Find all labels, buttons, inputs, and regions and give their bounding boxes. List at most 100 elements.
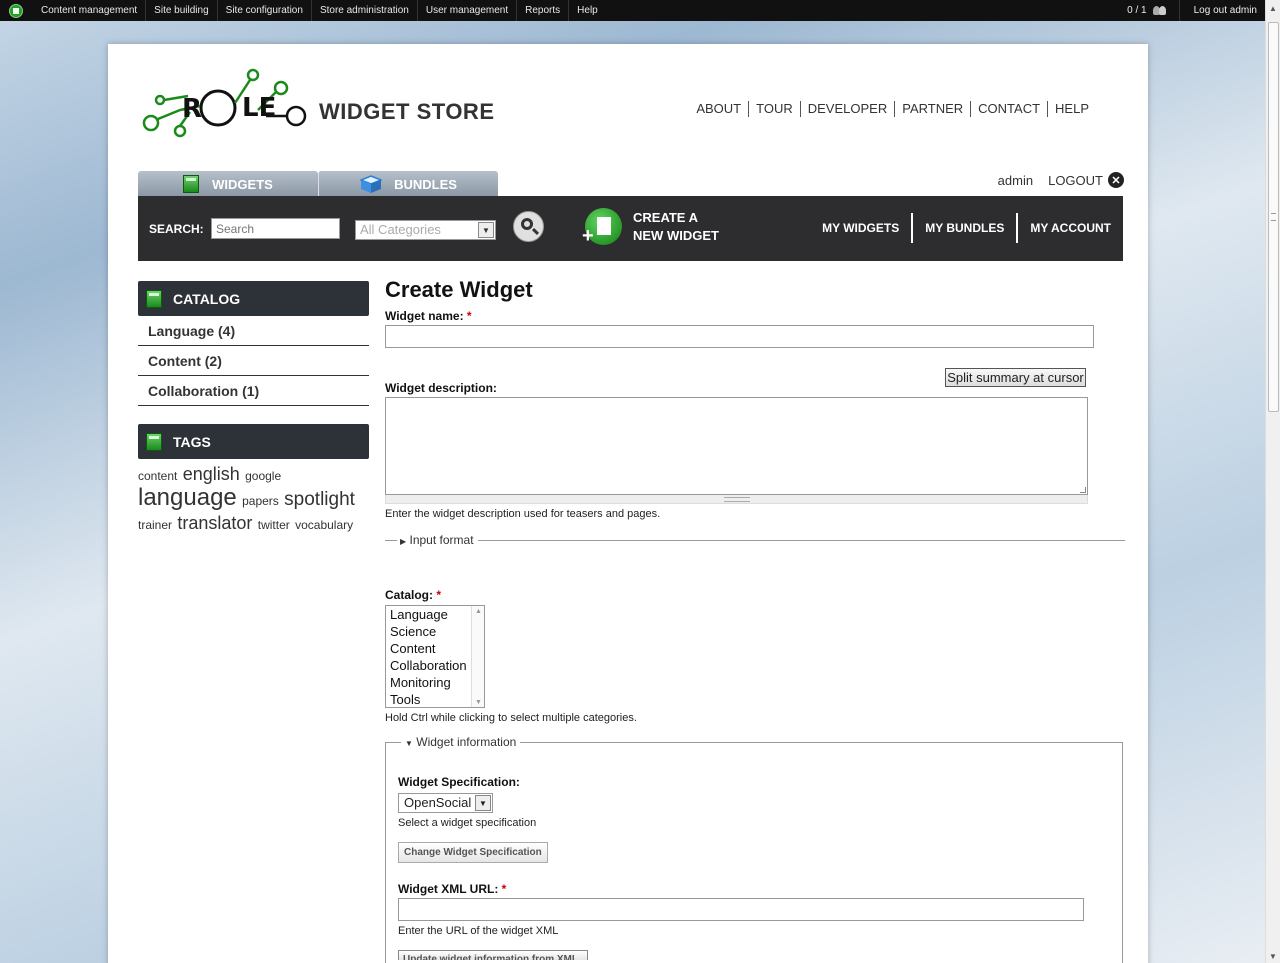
tag-cloud: content english google language papers s… <box>138 459 369 536</box>
page-title: Create Widget <box>385 277 533 302</box>
create-widget-line1: CREATE A <box>633 210 698 225</box>
widget-xml-url-help: Enter the URL of the widget XML <box>398 925 559 937</box>
catalog-option[interactable]: Language <box>386 606 484 623</box>
widget-spec-select[interactable]: OpenSocial ▼ <box>398 793 493 813</box>
catalog-item-collaboration[interactable]: Collaboration (1) <box>138 376 369 406</box>
widget-information-toggle[interactable]: ▼ Widget information <box>401 735 521 749</box>
catalog-header: CATALOG <box>138 281 369 316</box>
admin-menu-user-management[interactable]: User management <box>416 0 516 21</box>
page-scrollbar[interactable]: ▲ ▼ <box>1265 0 1280 963</box>
input-format-toggle[interactable]: ▶ Input format <box>397 533 478 547</box>
nav-contact[interactable]: CONTACT <box>970 101 1047 117</box>
tab-bundles-label: BUNDLES <box>394 176 457 192</box>
nav-tour[interactable]: TOUR <box>748 101 800 117</box>
scroll-down-arrow-icon[interactable]: ▼ <box>1269 952 1277 961</box>
change-spec-button[interactable]: Change Widget Specification <box>398 842 548 863</box>
admin-user-area: 0 / 1 Log out admin <box>1127 0 1257 21</box>
nav-developer[interactable]: DEVELOPER <box>799 101 894 117</box>
create-widget-button[interactable]: CREATE A NEW WIDGET <box>633 209 719 245</box>
catalog-item-content[interactable]: Content (2) <box>138 346 369 376</box>
tag-link[interactable]: translator <box>177 513 252 533</box>
chevron-down-icon: ▼ <box>405 739 413 748</box>
nav-my-bundles[interactable]: MY BUNDLES <box>911 213 1016 243</box>
tab-widgets[interactable]: WIDGETS <box>138 171 318 197</box>
online-users-count: 0 / 1 <box>1127 5 1147 16</box>
logout-close-icon[interactable]: ✕ <box>1108 172 1124 188</box>
tag-link[interactable]: language <box>138 484 237 511</box>
tab-bundles[interactable]: BUNDLES <box>318 171 498 197</box>
nav-about[interactable]: ABOUT <box>689 101 748 117</box>
catalog-multiselect[interactable]: Language Science Content Collaboration M… <box>385 605 485 708</box>
tag-link[interactable]: english <box>183 464 240 484</box>
widget-description-textarea[interactable] <box>385 397 1088 495</box>
admin-menu-site-configuration[interactable]: Site configuration <box>216 0 311 21</box>
username-link[interactable]: admin <box>998 173 1033 188</box>
widget-xml-url-label: Widget XML URL: * <box>398 882 507 896</box>
widget-spec-label: Widget Specification: <box>398 775 520 789</box>
widget-name-input[interactable] <box>385 325 1094 348</box>
nav-my-account[interactable]: MY ACCOUNT <box>1016 213 1123 243</box>
admin-menu-reports[interactable]: Reports <box>516 0 568 21</box>
site-logo[interactable]: R LE WIDGET STORE <box>138 68 498 143</box>
svg-text:R: R <box>182 94 202 124</box>
widget-spec-value: OpenSocial <box>404 795 472 810</box>
search-button[interactable] <box>513 211 544 242</box>
widget-information-fieldset: ▼ Widget information Widget Specificatio… <box>385 735 1123 963</box>
catalog-option[interactable]: Collaboration <box>386 657 484 674</box>
admin-logout-link[interactable]: Log out admin <box>1178 0 1257 21</box>
nav-help[interactable]: HELP <box>1047 101 1096 117</box>
scroll-thumb[interactable] <box>1268 22 1279 412</box>
catalog-option[interactable]: Science <box>386 623 484 640</box>
split-summary-button[interactable]: Split summary at cursor <box>945 368 1086 387</box>
create-widget-line2: NEW WIDGET <box>633 228 719 243</box>
input-format-fieldset: ▶ Input format <box>385 533 1125 554</box>
chevron-down-icon[interactable]: ▼ <box>478 222 494 238</box>
search-bar: SEARCH: All Categories ▼ + CREATE A NEW … <box>138 196 1123 261</box>
resize-handle-icon[interactable] <box>1080 487 1086 493</box>
tag-link[interactable]: vocabulary <box>295 518 353 532</box>
catalog-item-language[interactable]: Language (4) <box>138 316 369 346</box>
nav-my-widgets[interactable]: MY WIDGETS <box>810 213 911 243</box>
admin-menu-content-management[interactable]: Content management <box>33 0 145 21</box>
search-input[interactable] <box>211 218 340 239</box>
catalog-option[interactable]: Content <box>386 640 484 657</box>
admin-menu: Content management Site building Site co… <box>33 0 606 21</box>
admin-menu-store-administration[interactable]: Store administration <box>310 0 417 21</box>
admin-menu-help[interactable]: Help <box>568 0 606 21</box>
page-container: R LE WIDGET STORE ABOUT TOUR DEVELOPER P… <box>108 44 1148 963</box>
widget-icon <box>183 175 200 193</box>
search-icon <box>521 218 533 230</box>
catalog-label: Catalog: * <box>385 588 442 602</box>
widget-xml-url-input[interactable] <box>398 898 1084 921</box>
nav-partner[interactable]: PARTNER <box>894 101 970 117</box>
create-widget-icon[interactable]: + <box>582 208 622 246</box>
bundle-box-icon <box>360 175 383 193</box>
tag-link[interactable]: google <box>245 469 281 483</box>
update-from-xml-button[interactable]: Update widget information from XML <box>398 950 588 960</box>
tag-link[interactable]: twitter <box>258 518 290 532</box>
tag-link[interactable]: spotlight <box>284 489 355 510</box>
tab-widgets-label: WIDGETS <box>212 176 273 192</box>
admin-menu-site-building[interactable]: Site building <box>145 0 216 21</box>
catalog-option[interactable]: Tools <box>386 691 484 707</box>
widget-spec-help: Select a widget specification <box>398 817 537 829</box>
catalog-list: Language (4) Content (2) Collaboration (… <box>138 316 369 406</box>
listbox-scrollbar[interactable]: ▲ ▼ <box>471 606 484 707</box>
category-select[interactable]: All Categories ▼ <box>355 220 496 240</box>
tag-link[interactable]: trainer <box>138 518 172 532</box>
top-navigation: ABOUT TOUR DEVELOPER PARTNER CONTACT HEL… <box>689 101 1096 117</box>
role-logo-icon: R LE <box>142 68 307 138</box>
tag-link[interactable]: papers <box>242 494 279 508</box>
tag-link[interactable]: content <box>138 469 177 483</box>
admin-home-icon[interactable] <box>9 3 23 18</box>
chevron-down-icon[interactable]: ▼ <box>475 795 491 811</box>
store-tabs: WIDGETS BUNDLES <box>138 171 498 197</box>
catalog-option[interactable]: Monitoring <box>386 674 484 691</box>
scroll-up-arrow-icon[interactable]: ▲ <box>1269 4 1277 13</box>
description-help-text: Enter the widget description used for te… <box>385 508 661 520</box>
catalog-icon <box>146 289 162 308</box>
textarea-resize-grip[interactable] <box>385 495 1088 504</box>
catalog-help-text: Hold Ctrl while clicking to select multi… <box>385 712 637 724</box>
tags-icon <box>146 432 162 451</box>
logout-link[interactable]: LOGOUT <box>1048 173 1103 188</box>
